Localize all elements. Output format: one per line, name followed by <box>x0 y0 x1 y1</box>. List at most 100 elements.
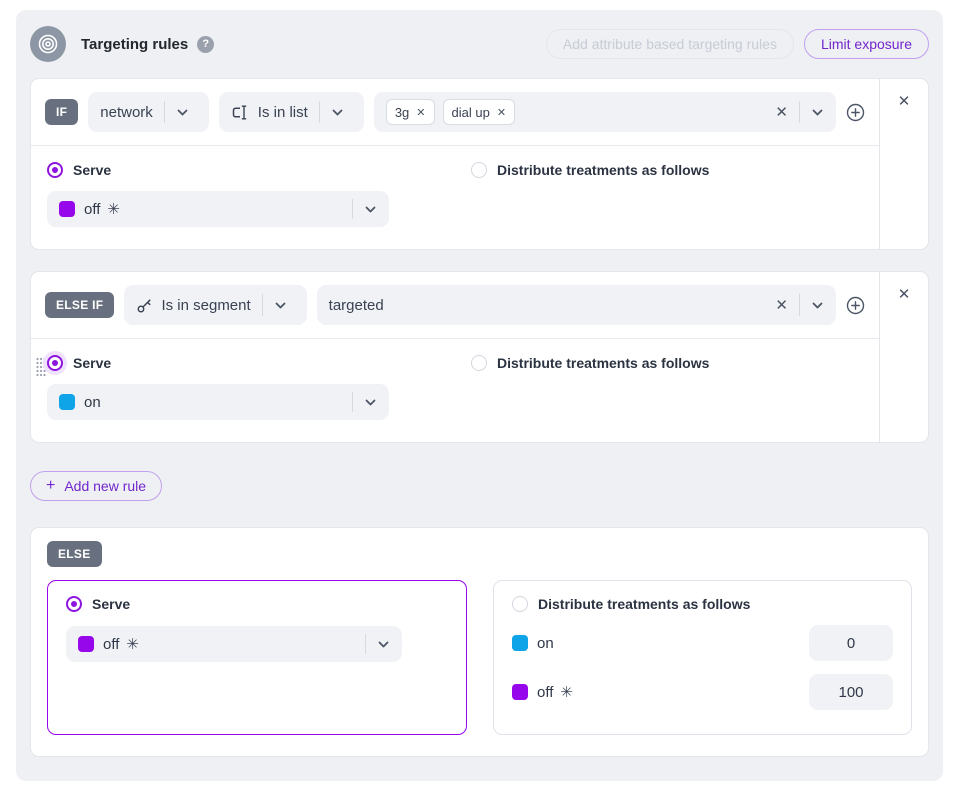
field-divider <box>365 634 366 654</box>
attribute-value: network <box>100 104 153 121</box>
matcher-select[interactable]: Is in list <box>219 92 364 132</box>
treatment-color-swatch <box>512 684 528 700</box>
treatment-select[interactable]: off ✳ <box>66 626 402 662</box>
target-icon <box>30 26 66 62</box>
clear-segment-icon[interactable]: ✕ <box>775 296 788 314</box>
serve-label: Serve <box>73 355 111 371</box>
page-title: Targeting rules <box>81 36 188 53</box>
matcher-select[interactable]: Is in segment <box>124 285 306 325</box>
chip-label: 3g <box>395 105 409 120</box>
percent-input[interactable] <box>809 674 893 710</box>
treatment-color-swatch <box>59 201 75 217</box>
add-new-rule-label: Add new rule <box>64 478 146 494</box>
else-badge: ELSE <box>47 541 102 567</box>
rule-main: IF network <box>31 79 879 249</box>
chevron-down-icon[interactable] <box>176 106 189 119</box>
chevron-down-icon[interactable] <box>811 106 824 119</box>
delete-rule-icon[interactable]: ✕ <box>898 91 911 111</box>
chevron-down-icon[interactable] <box>377 638 390 651</box>
remove-chip-icon[interactable]: ✕ <box>416 106 425 119</box>
default-treatment-icon: ✳ <box>560 683 573 701</box>
add-new-rule-button[interactable]: + Add new rule <box>30 471 162 501</box>
matcher-value: Is in segment <box>161 297 250 314</box>
distribute-radio[interactable] <box>471 355 487 371</box>
segment-value: targeted <box>329 297 384 314</box>
treatment-name: on <box>84 394 101 411</box>
else-if-badge: ELSE IF <box>45 292 114 318</box>
delete-rule-icon[interactable]: ✕ <box>898 284 911 304</box>
segment-select[interactable]: targeted ✕ <box>317 285 836 325</box>
clear-values-icon[interactable]: ✕ <box>775 103 788 121</box>
chevron-down-icon[interactable] <box>274 299 287 312</box>
field-divider <box>352 199 353 219</box>
serve-section: Serve Distribute treatments as follows o… <box>31 146 879 249</box>
panel-header: Targeting rules ? Add attribute based ta… <box>30 24 929 64</box>
else-serve-box[interactable]: Serve off ✳ <box>47 580 467 735</box>
rule-side-column: ✕ <box>879 272 928 442</box>
treatment-name: off <box>103 636 119 653</box>
distribution-row: on <box>512 625 893 661</box>
targeting-rules-page: Targeting rules ? Add attribute based ta… <box>0 0 959 792</box>
serve-radio[interactable] <box>47 355 63 371</box>
percent-input[interactable] <box>809 625 893 661</box>
key-icon <box>136 297 153 314</box>
treatment-color-swatch <box>78 636 94 652</box>
chevron-down-icon[interactable] <box>331 106 344 119</box>
treatment-name: on <box>537 635 554 652</box>
rule-card-else-if: ELSE IF Is in segment <box>30 271 929 443</box>
else-distribute-box[interactable]: Distribute treatments as follows on off … <box>493 580 912 735</box>
targeting-rules-panel: Targeting rules ? Add attribute based ta… <box>16 10 943 781</box>
serve-option[interactable]: Serve <box>47 162 471 178</box>
attribute-select[interactable]: network <box>88 92 209 132</box>
rule-card-if: IF network <box>30 78 929 250</box>
add-rule-row: + Add new rule <box>30 471 929 501</box>
if-badge: IF <box>45 99 78 125</box>
treatment-name: off <box>84 201 100 218</box>
distribute-radio[interactable] <box>471 162 487 178</box>
distribute-option[interactable]: Distribute treatments as follows <box>512 596 893 612</box>
rule-side-column: ✕ <box>879 79 928 249</box>
serve-radio[interactable] <box>47 162 63 178</box>
field-divider <box>319 101 320 123</box>
else-boxes: Serve off ✳ Distribut <box>47 580 912 735</box>
serve-options-row: Serve Distribute treatments as follows <box>47 355 863 371</box>
serve-section: Serve Distribute treatments as follows o… <box>31 339 879 442</box>
condition-row: ELSE IF Is in segment <box>31 272 879 339</box>
treatment-select[interactable]: off ✳ <box>47 191 389 227</box>
chevron-down-icon[interactable] <box>364 203 377 216</box>
remove-chip-icon[interactable]: ✕ <box>497 106 506 119</box>
distribute-option[interactable]: Distribute treatments as follows <box>471 355 709 371</box>
default-treatment-icon: ✳ <box>126 635 139 653</box>
serve-options-row: Serve Distribute treatments as follows <box>47 162 863 178</box>
distribution-row: off ✳ <box>512 674 893 710</box>
field-divider <box>352 392 353 412</box>
add-condition-icon[interactable] <box>846 296 865 315</box>
serve-radio[interactable] <box>66 596 82 612</box>
chevron-down-icon[interactable] <box>811 299 824 312</box>
treatment-select[interactable]: on <box>47 384 389 420</box>
chip-label: dial up <box>452 105 490 120</box>
serve-option[interactable]: Serve <box>66 596 448 612</box>
field-divider <box>799 101 800 123</box>
help-icon[interactable]: ? <box>197 36 214 53</box>
serve-label: Serve <box>73 162 111 178</box>
else-card: ELSE Serve off ✳ <box>30 527 929 757</box>
values-multiselect[interactable]: 3g ✕ dial up ✕ ✕ <box>374 92 836 132</box>
chevron-down-icon[interactable] <box>364 396 377 409</box>
plus-icon: + <box>46 477 55 495</box>
string-type-icon <box>231 105 250 120</box>
treatment-color-swatch <box>59 394 75 410</box>
field-divider <box>262 294 263 316</box>
distribute-radio[interactable] <box>512 596 528 612</box>
distribute-label: Distribute treatments as follows <box>497 162 709 178</box>
limit-exposure-button[interactable]: Limit exposure <box>804 29 929 59</box>
distribute-option[interactable]: Distribute treatments as follows <box>471 162 709 178</box>
serve-option[interactable]: Serve <box>47 355 471 371</box>
add-condition-icon[interactable] <box>846 103 865 122</box>
value-chip: 3g ✕ <box>386 99 435 125</box>
matcher-value: Is in list <box>258 104 308 121</box>
distribute-label: Distribute treatments as follows <box>538 596 750 612</box>
drag-handle[interactable] <box>36 357 46 377</box>
distribute-label: Distribute treatments as follows <box>497 355 709 371</box>
default-treatment-icon: ✳ <box>107 200 120 218</box>
